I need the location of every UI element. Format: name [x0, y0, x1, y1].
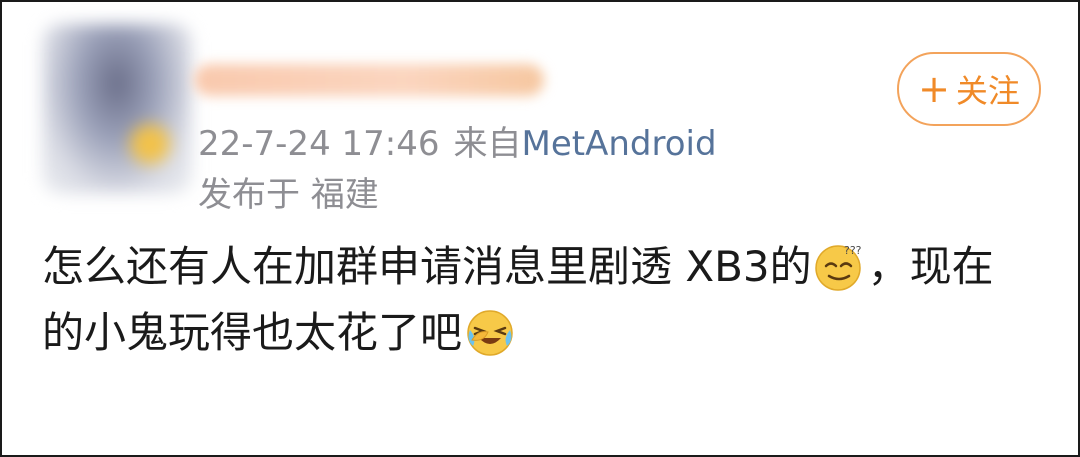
post-text-segment: 的小鬼玩得也太花了吧 — [42, 308, 463, 357]
post-body-line-2: 的小鬼玩得也太花了吧 — [42, 300, 1062, 366]
post-card: 22-7-24 17:46 来自MetAndroid 发布于 福建 + 关注 怎么… — [0, 0, 1080, 457]
user-avatar[interactable] — [42, 24, 192, 194]
post-meta: 22-7-24 17:46 来自MetAndroid — [198, 116, 717, 165]
post-text-segment: 怎么还有人在加群申请消息里剧透 XB3的 — [42, 242, 812, 291]
username-redacted[interactable] — [194, 64, 544, 96]
sleepy-smirk-emoji-icon: ??? — [814, 244, 862, 291]
post-location: 发布于 福建 — [198, 175, 379, 215]
follow-button[interactable]: + 关注 — [897, 52, 1041, 126]
plus-icon: + — [918, 67, 950, 111]
post-body: 怎么还有人在加群申请消息里剧透 XB3的 ??? ，现在 的小鬼玩得也太花了吧 — [42, 234, 1062, 366]
avatar-badge-icon — [130, 124, 170, 164]
source-app-link[interactable]: MetAndroid — [522, 124, 717, 164]
post-text-segment: ，现在 — [867, 242, 994, 291]
follow-label: 关注 — [955, 72, 1020, 110]
laughing-cry-emoji-icon — [467, 309, 513, 356]
svg-text:???: ??? — [844, 244, 862, 257]
source-label: 来自 — [453, 124, 522, 164]
post-body-line-1: 怎么还有人在加群申请消息里剧透 XB3的 ??? ，现在 — [42, 234, 1062, 300]
post-timestamp: 22-7-24 17:46 — [198, 124, 440, 164]
